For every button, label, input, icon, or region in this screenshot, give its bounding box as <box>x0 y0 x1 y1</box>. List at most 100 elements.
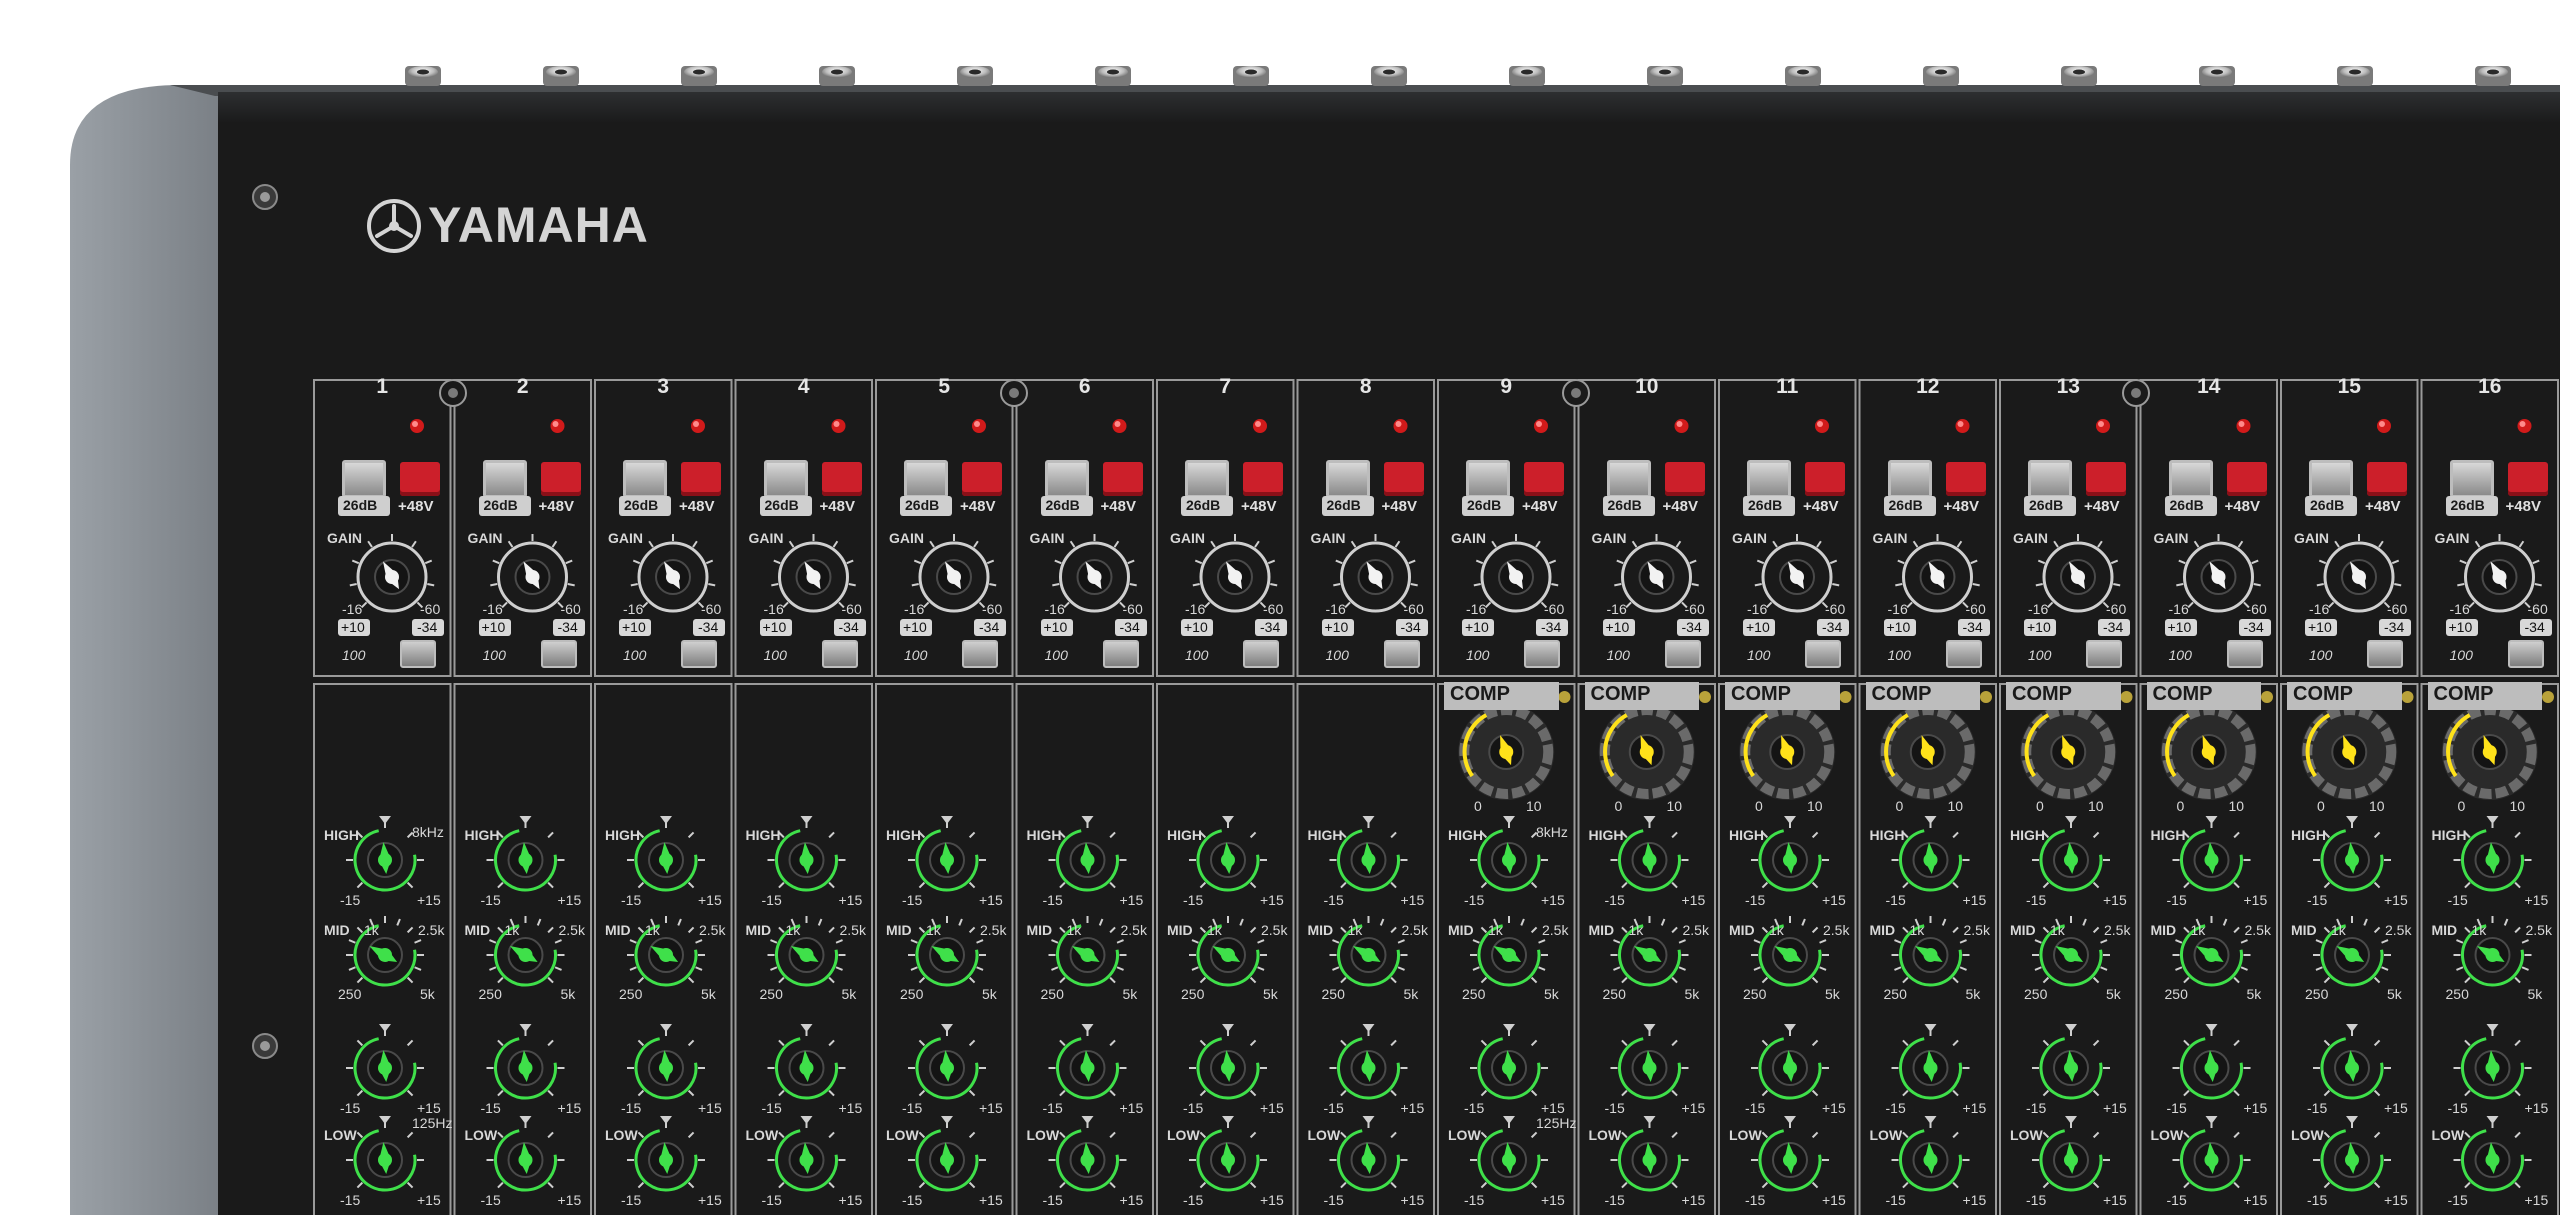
comp-knob[interactable] <box>2301 704 2398 800</box>
mid-freq-250: 250 <box>1181 986 1205 1002</box>
comp-max-label: 10 <box>2369 798 2385 814</box>
eq-min-label: -15 <box>1464 892 1485 908</box>
gain-min-line: +10 <box>1184 619 1208 635</box>
comp-knob[interactable] <box>2020 704 2117 800</box>
pad-26db-button[interactable] <box>1325 460 1370 498</box>
hpf-button[interactable] <box>1805 640 1841 668</box>
eq-high-label: HIGH <box>1307 827 1343 843</box>
mid-freq-250: 250 <box>1883 986 1907 1002</box>
phantom-48v-button[interactable] <box>1524 462 1564 496</box>
hpf-button[interactable] <box>540 640 577 668</box>
hpf-button[interactable] <box>681 640 717 668</box>
phantom-48v-button[interactable] <box>1243 462 1283 496</box>
hpf-button[interactable] <box>1524 640 1560 668</box>
eq-high-label: HIGH <box>324 827 359 843</box>
hpf-button[interactable] <box>1243 640 1279 668</box>
pad-26db-button[interactable] <box>763 460 808 498</box>
pad-26db-button[interactable] <box>623 460 667 498</box>
mid-freq-2-5k: 2.5k <box>1401 922 1428 938</box>
phantom-48v-button[interactable] <box>540 462 581 496</box>
eq-max-label: +15 <box>557 1100 582 1116</box>
eq-high-label: HIGH <box>605 827 640 843</box>
hpf-button[interactable] <box>2086 640 2122 668</box>
comp-knob[interactable] <box>1458 704 1555 800</box>
phantom-48v-button[interactable] <box>1945 462 1986 496</box>
phantom-48v-button[interactable] <box>821 462 862 496</box>
pad-26db-button[interactable] <box>1185 460 1229 498</box>
pad-26db-button[interactable] <box>1887 460 1932 498</box>
mid-freq-250: 250 <box>478 986 502 1002</box>
mid-freq-2-5k: 2.5k <box>418 922 445 938</box>
peak-led-icon <box>1393 419 1408 433</box>
pad-26db-button[interactable] <box>2449 460 2494 498</box>
phantom-48v-button[interactable] <box>962 462 1002 496</box>
gain-min-line: +10 <box>1465 619 1489 635</box>
pad-26db-button[interactable] <box>342 460 386 498</box>
eq-high-label: HIGH <box>2010 827 2045 843</box>
phantom-48v-button[interactable] <box>1805 462 1845 496</box>
gain-min-mic: -16 <box>1606 601 1627 617</box>
phantom-48v-button[interactable] <box>2367 462 2407 496</box>
comp-label: COMP <box>2152 683 2213 705</box>
mid-freq-1k: 1k <box>785 922 801 938</box>
comp-knob[interactable] <box>1879 704 1976 800</box>
screw-icon <box>2122 379 2150 407</box>
pad-26db-button[interactable] <box>2168 460 2213 498</box>
comp-max-label: 10 <box>1807 798 1823 814</box>
hpf-button[interactable] <box>1102 640 1139 668</box>
hpf-button[interactable] <box>1383 640 1420 668</box>
pad-26db-button[interactable] <box>2028 460 2072 498</box>
pad-label: 26dB <box>624 497 659 513</box>
eq-max-label: +15 <box>1541 1100 1565 1116</box>
input-jack-icon <box>957 66 993 86</box>
pad-26db-button[interactable] <box>904 460 948 498</box>
comp-knob[interactable] <box>1739 704 1836 800</box>
eq-max-label: +15 <box>2243 892 2268 908</box>
pad-26db-button[interactable] <box>1466 460 1510 498</box>
pad-26db-button[interactable] <box>482 460 527 498</box>
hpf-label: 100 <box>1044 647 1068 663</box>
hpf-button[interactable] <box>1945 640 1982 668</box>
eq-min-label: -15 <box>480 1100 501 1116</box>
phantom-48v-button[interactable] <box>2226 462 2267 496</box>
pad-26db-button[interactable] <box>1606 460 1651 498</box>
phantom-48v-button[interactable] <box>681 462 721 496</box>
comp-knob[interactable] <box>2160 704 2257 800</box>
comp-knob[interactable] <box>1598 704 1695 800</box>
gain-label: GAIN <box>1732 530 1767 546</box>
gain-min-mic: -16 <box>1044 601 1065 617</box>
pad-26db-button[interactable] <box>1044 460 1089 498</box>
hpf-button[interactable] <box>821 640 858 668</box>
phantom-48v-button[interactable] <box>1664 462 1705 496</box>
phantom-48v-button[interactable] <box>400 462 440 496</box>
hpf-button[interactable] <box>1664 640 1701 668</box>
hpf-button[interactable] <box>962 640 998 668</box>
eq-max-label: +15 <box>979 1192 1003 1208</box>
mid-freq-250: 250 <box>759 986 783 1002</box>
phantom-48v-button[interactable] <box>1102 462 1143 496</box>
phantom-48v-button[interactable] <box>2507 462 2548 496</box>
hpf-button[interactable] <box>2367 640 2403 668</box>
peak-led-icon <box>2377 419 2391 433</box>
channel-number: 3 <box>657 375 670 398</box>
hpf-button[interactable] <box>2507 640 2544 668</box>
phantom-48v-button[interactable] <box>2086 462 2126 496</box>
pad-label: 26dB <box>1607 497 1642 513</box>
eq-min-label: -15 <box>621 1192 642 1208</box>
comp-knob[interactable] <box>2441 704 2538 800</box>
hpf-button[interactable] <box>2226 640 2263 668</box>
eq-max-label: +15 <box>2384 1192 2408 1208</box>
comp-min-label: 0 <box>2176 798 2185 814</box>
eq-max-label: +15 <box>1260 892 1284 908</box>
pad-26db-button[interactable] <box>1747 460 1791 498</box>
phantom-48v-button[interactable] <box>1383 462 1424 496</box>
gain-min-mic: -16 <box>482 601 503 617</box>
channel-number: 6 <box>1078 375 1091 398</box>
comp-header: COMP <box>1584 682 1699 710</box>
gain-max-line: -34 <box>838 619 859 635</box>
hpf-button[interactable] <box>400 640 436 668</box>
gain-max-line: -34 <box>1962 619 1983 635</box>
gain-min-mic: -16 <box>2309 601 2330 617</box>
eq-max-label: +15 <box>838 1100 863 1116</box>
pad-26db-button[interactable] <box>2309 460 2353 498</box>
